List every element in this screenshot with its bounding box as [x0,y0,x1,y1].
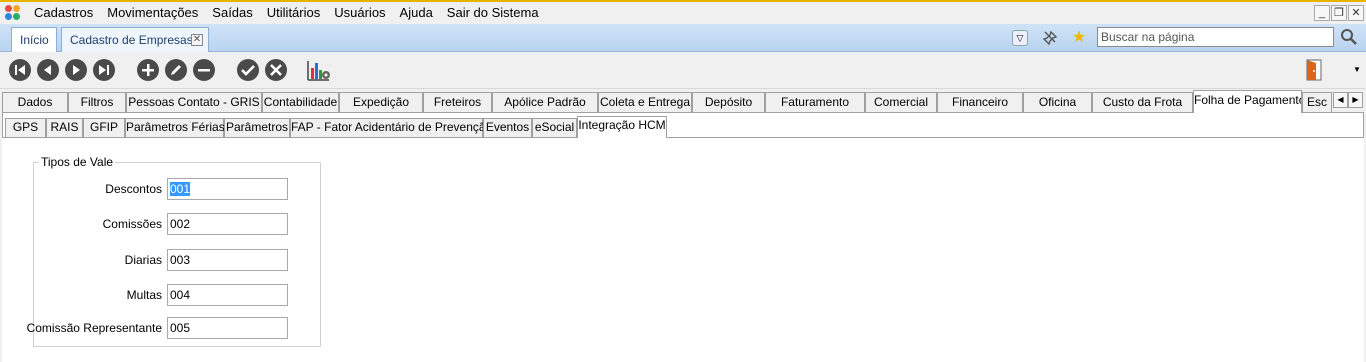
main-tab-11[interactable]: Financeiro [937,92,1023,112]
menu-item-0[interactable]: Cadastros [27,2,100,24]
main-tab-8[interactable]: Depósito [692,92,765,112]
group-title: Tipos de Vale [39,155,116,169]
main-tab-9[interactable]: Faturamento [765,92,865,112]
last-record-icon[interactable] [93,59,115,81]
main-tab-1[interactable]: Filtros [68,92,126,112]
sub-tab-3[interactable]: Parâmetros Férias [125,118,225,137]
field-label: Comissões [102,217,162,231]
main-tab-10[interactable]: Comercial [865,92,937,112]
toolbar: ▼ [0,52,1366,89]
menu-bar: Cadastros Movimentações Saídas Utilitários U… [0,0,1366,24]
vale-code-input[interactable]: 002 [167,213,288,235]
tab-inicio[interactable]: Início [11,27,57,52]
menu-item-3[interactable]: Utilitários [260,2,327,24]
sub-tab-2[interactable]: GFIP [83,118,125,137]
field-label: Comissão Representante [26,321,162,335]
sub-tab-6[interactable]: Eventos [483,118,532,137]
vale-code-input[interactable]: 001 [167,178,288,200]
main-tab-13[interactable]: Custo da Frota [1092,92,1193,112]
menu-item-2[interactable]: Saídas [205,2,259,24]
field-label: Diarias [124,253,162,267]
minimize-button[interactable]: _ [1314,5,1330,21]
sub-tab-4[interactable]: Parâmetros [224,118,290,137]
main-tab-2[interactable]: Pessoas Contato - GRIS [126,92,262,112]
first-record-icon[interactable] [9,59,31,81]
field-label: Descontos [105,182,162,196]
menu-item-4[interactable]: Usuários [327,2,392,24]
field-label: Multas [126,288,162,302]
menu-item-6[interactable]: Sair do Sistema [440,2,546,24]
edit-record-icon[interactable] [165,59,187,81]
vale-code-input[interactable]: 003 [167,249,288,271]
document-tab-strip: Início Cadastro de Empresas ✕ ▽ ★ Buscar… [0,24,1366,52]
exit-door-icon[interactable] [1305,59,1323,81]
main-tab-15[interactable]: Esc [1302,92,1332,112]
main-tab-0[interactable]: Dados [2,92,68,112]
search-icon[interactable] [1340,28,1358,46]
main-tab-6[interactable]: Apólice Padrão [492,92,598,112]
main-tab-3[interactable]: Contabilidade [262,92,339,112]
vale-code-input[interactable]: 004 [167,284,288,306]
close-window-button[interactable]: ✕ [1348,5,1364,21]
next-record-icon[interactable] [65,59,87,81]
menu-item-5[interactable]: Ajuda [393,2,440,24]
menu-item-1[interactable]: Movimentações [100,2,205,24]
report-chart-icon[interactable] [307,59,331,81]
previous-record-icon[interactable] [37,59,59,81]
cancel-icon[interactable] [265,59,287,81]
main-tab-bar: ◀ ▶ Dados Filtros Pessoas Contato - GRIS Co… [0,90,1366,113]
vale-code-value: 003 [170,253,191,267]
unpin-icon[interactable] [1042,30,1058,46]
sub-tab-8[interactable]: Integração HCM [577,116,667,138]
main-tab-5[interactable]: Freteiros [423,92,492,112]
tab-scroll-left-icon[interactable]: ◀ [1333,92,1348,108]
main-tab-7[interactable]: Coleta e Entrega [598,92,692,112]
sub-tab-0[interactable]: GPS [5,118,46,137]
chevron-down-icon[interactable]: ▽ [1012,30,1028,46]
search-input[interactable]: Buscar na página [1097,27,1334,47]
main-tab-14[interactable]: Folha de Pagamento [1193,90,1302,113]
confirm-icon[interactable] [237,59,259,81]
tab-scroll-right-icon[interactable]: ▶ [1348,92,1363,108]
main-tab-12[interactable]: Oficina [1023,92,1092,112]
delete-record-icon[interactable] [193,59,215,81]
sub-tab-1[interactable]: RAIS [46,118,83,137]
vale-code-input[interactable]: 005 [167,317,288,339]
sub-tab-5[interactable]: FAP - Fator Acidentário de Prevenção [290,118,492,137]
restore-button[interactable]: ❐ [1331,5,1347,21]
sub-tab-7[interactable]: eSocial [532,118,577,137]
vale-code-value: 001 [170,182,191,196]
vale-code-value: 004 [170,288,191,302]
tab-cadastro-empresas-label: Cadastro de Empresas [70,33,193,47]
main-tab-4[interactable]: Expedição [339,92,423,112]
favorite-star-icon[interactable]: ★ [1071,30,1087,46]
close-tab-icon[interactable]: ✕ [191,34,203,46]
window-controls: _ ❐ ✕ [1314,5,1364,21]
toolbar-overflow-icon[interactable]: ▼ [1350,62,1364,78]
add-record-icon[interactable] [137,59,159,81]
vale-code-value: 005 [170,321,191,335]
vale-code-value: 002 [170,217,191,231]
app-logo-icon [5,5,21,21]
tab-cadastro-empresas[interactable]: Cadastro de Empresas ✕ [61,27,209,52]
